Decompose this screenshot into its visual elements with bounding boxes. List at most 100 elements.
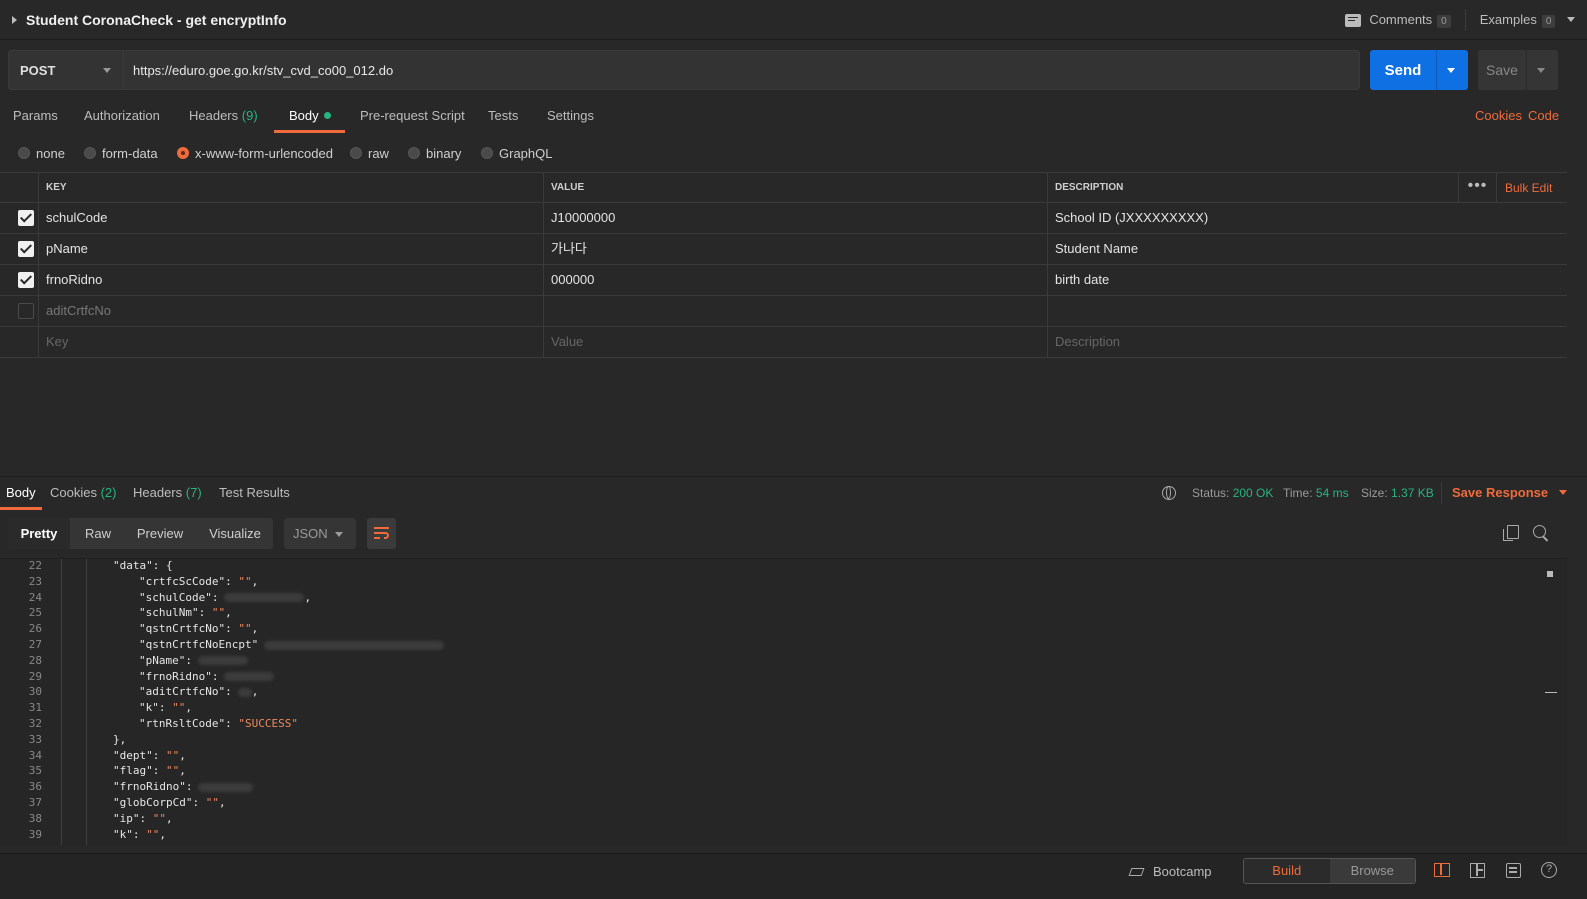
code-line: 30 "aditCrtfcNo":, bbox=[0, 684, 1540, 700]
keyboard-shortcuts-icon[interactable] bbox=[1506, 863, 1521, 878]
table-row: pName 가나다 Student Name bbox=[0, 234, 1567, 265]
json-punctuation: , bbox=[251, 574, 259, 588]
code-line: 23 "crtfcScCode": "", bbox=[0, 574, 1540, 590]
radio-graphql[interactable]: GraphQL bbox=[481, 145, 552, 161]
save-button[interactable]: Save bbox=[1478, 50, 1558, 90]
code-text: "frnoRidno": bbox=[139, 669, 275, 685]
code-line: 32 "rtnRsltCode": "SUCCESS" bbox=[0, 716, 1540, 732]
tab-pre-request-script[interactable]: Pre-request Script bbox=[360, 100, 465, 133]
code-text: "rtnRsltCode": "SUCCESS" bbox=[139, 716, 298, 732]
method-select[interactable]: POST bbox=[8, 50, 123, 90]
response-tab-body[interactable]: Body bbox=[0, 477, 42, 510]
param-description[interactable]: Student Name bbox=[1047, 234, 1567, 264]
param-key[interactable]: schulCode bbox=[38, 203, 543, 233]
radio-raw[interactable]: raw bbox=[350, 145, 389, 161]
send-button[interactable]: Send bbox=[1370, 50, 1468, 90]
json-string-value: "" bbox=[205, 796, 219, 809]
param-key[interactable]: frnoRidno bbox=[38, 265, 543, 295]
view-pretty[interactable]: Pretty bbox=[8, 518, 70, 549]
radio-binary[interactable]: binary bbox=[408, 145, 461, 161]
time-value: 54 ms bbox=[1315, 486, 1349, 500]
param-value[interactable]: 가나다 bbox=[543, 234, 1047, 264]
response-tab-headers[interactable]: Headers (7) bbox=[133, 477, 202, 510]
layout-grid-icon[interactable] bbox=[1470, 863, 1485, 878]
row-checkbox[interactable] bbox=[18, 272, 34, 288]
help-icon[interactable]: ? bbox=[1541, 862, 1557, 878]
param-description[interactable] bbox=[1047, 296, 1567, 326]
response-tab-test-results[interactable]: Test Results bbox=[219, 477, 290, 510]
format-select[interactable]: JSON bbox=[284, 518, 356, 549]
new-value-input[interactable]: Value bbox=[543, 327, 1047, 357]
param-value[interactable]: 000000 bbox=[543, 265, 1047, 295]
new-description-input[interactable]: Description bbox=[1047, 327, 1567, 357]
code-line: 33}, bbox=[0, 732, 1540, 748]
bootcamp-button[interactable]: Bootcamp bbox=[1128, 864, 1212, 879]
wrap-lines-button[interactable] bbox=[367, 518, 396, 549]
tab-settings[interactable]: Settings bbox=[547, 100, 594, 133]
build-mode-button[interactable]: Build bbox=[1244, 859, 1330, 883]
code-link[interactable]: Code bbox=[1528, 100, 1559, 133]
tab-params[interactable]: Params bbox=[13, 100, 58, 133]
json-key: "schulNm": bbox=[139, 606, 212, 620]
json-key: "data": { bbox=[113, 559, 173, 572]
globe-icon[interactable] bbox=[1162, 486, 1176, 500]
two-pane-view-icon[interactable] bbox=[1434, 863, 1450, 877]
row-checkbox-unchecked[interactable] bbox=[18, 303, 34, 319]
url-input[interactable]: https://eduro.goe.go.kr/stv_cvd_co00_012… bbox=[123, 50, 1360, 90]
comments-button[interactable]: Comments 0 bbox=[1369, 12, 1451, 28]
save-options-chevron-icon[interactable] bbox=[1537, 67, 1545, 73]
tab-tests[interactable]: Tests bbox=[488, 100, 518, 133]
redacted-value bbox=[198, 782, 254, 792]
examples-button[interactable]: Examples 0 bbox=[1480, 12, 1575, 28]
view-preview[interactable]: Preview bbox=[130, 518, 190, 549]
bootcamp-label: Bootcamp bbox=[1153, 864, 1212, 879]
copy-icon[interactable] bbox=[1503, 525, 1519, 541]
line-number: 34 bbox=[28, 748, 42, 762]
radio-label: raw bbox=[368, 145, 389, 161]
code-line: 37 "globCorpCd": "", bbox=[0, 795, 1540, 811]
param-value[interactable] bbox=[543, 296, 1047, 326]
json-key: "k": bbox=[113, 827, 147, 841]
param-description[interactable]: School ID (JXXXXXXXXX) bbox=[1047, 203, 1567, 233]
json-key: "flag": bbox=[113, 764, 166, 778]
code-line: 36 "frnoRidno": bbox=[0, 779, 1540, 795]
radio-x-www-form-urlencoded[interactable]: x-www-form-urlencoded bbox=[177, 145, 333, 161]
row-checkbox[interactable] bbox=[18, 241, 34, 257]
tab-headers[interactable]: Headers (9) bbox=[189, 100, 258, 133]
param-description[interactable]: birth date bbox=[1047, 265, 1567, 295]
format-value: JSON bbox=[293, 526, 328, 541]
view-visualize[interactable]: Visualize bbox=[203, 518, 267, 549]
response-body-editor[interactable]: 22 "data": {23 "crtfcScCode": "", 24 "schulC… bbox=[0, 558, 1567, 845]
url-value: https://eduro.goe.go.kr/stv_cvd_co00_012… bbox=[133, 62, 394, 78]
json-string-value: "" bbox=[238, 622, 252, 636]
bulk-edit-link[interactable]: Bulk Edit bbox=[1496, 173, 1552, 203]
response-tab-cookies[interactable]: Cookies (2) bbox=[50, 477, 116, 510]
tab-authorization[interactable]: Authorization bbox=[84, 100, 160, 133]
view-raw[interactable]: Raw bbox=[78, 518, 118, 549]
collapse-caret-icon[interactable] bbox=[12, 15, 17, 24]
send-options-chevron-icon[interactable] bbox=[1447, 67, 1455, 73]
save-response-button[interactable]: Save Response bbox=[1452, 485, 1567, 500]
line-number: 38 bbox=[28, 811, 42, 825]
more-options-icon[interactable]: ••• bbox=[1458, 173, 1496, 203]
json-string-value: "SUCCESS" bbox=[238, 717, 298, 730]
radio-none[interactable]: none bbox=[18, 145, 65, 161]
tab-body[interactable]: Body bbox=[274, 100, 345, 133]
param-value[interactable]: J10000000 bbox=[543, 203, 1047, 233]
scrollbar-thumb[interactable] bbox=[1547, 571, 1553, 577]
code-text: "flag": "", bbox=[113, 763, 186, 779]
request-title[interactable]: Student CoronaCheck - get encryptInfo bbox=[26, 12, 287, 28]
view-mode-group: Pretty Raw Preview Visualize bbox=[8, 518, 273, 549]
line-number: 32 bbox=[28, 717, 42, 730]
browse-mode-button[interactable]: Browse bbox=[1329, 859, 1415, 883]
row-checkbox[interactable] bbox=[18, 210, 34, 226]
param-key[interactable]: aditCrtfcNo bbox=[38, 296, 543, 326]
param-key[interactable]: pName bbox=[38, 234, 543, 264]
save-label: Save bbox=[1486, 62, 1518, 78]
search-icon[interactable] bbox=[1533, 525, 1549, 542]
radio-form-data[interactable]: form-data bbox=[84, 145, 158, 161]
comments-icon[interactable] bbox=[1345, 13, 1362, 27]
cookies-link[interactable]: Cookies bbox=[1475, 100, 1522, 133]
table-row: aditCrtfcNo bbox=[0, 296, 1567, 327]
new-key-input[interactable]: Key bbox=[38, 327, 543, 357]
